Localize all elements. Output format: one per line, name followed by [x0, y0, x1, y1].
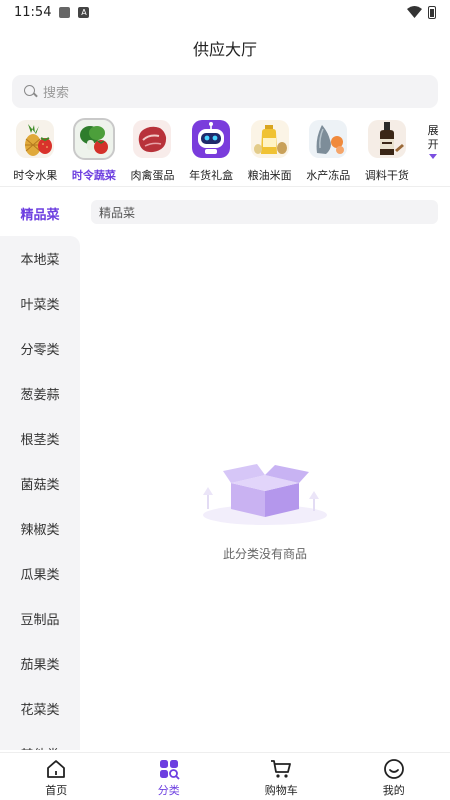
sidebar-item[interactable]: 辣椒类: [0, 506, 80, 551]
tab-label: 首页: [45, 784, 68, 797]
triangle-down-icon: [429, 154, 438, 159]
sidebar-item[interactable]: 葱姜蒜: [0, 371, 80, 416]
sidebar-item[interactable]: 叶菜类: [0, 281, 80, 326]
fish-icon: [309, 120, 348, 158]
sidebar-item[interactable]: 花菜类: [0, 686, 80, 731]
category-label: 时令水果: [13, 169, 58, 182]
profile-icon: [383, 758, 405, 780]
wifi-icon: [407, 6, 422, 18]
status-time: 11:54: [14, 4, 52, 20]
category-label: 肉禽蛋品: [130, 169, 175, 182]
status-bar: 11:54 A: [0, 0, 450, 24]
category-grain-oil[interactable]: 粮油米面: [240, 116, 299, 186]
vegetables-icon: [72, 118, 115, 160]
sidebar-item[interactable]: 菌菇类: [0, 461, 80, 506]
category-seafood[interactable]: 水产冻品: [299, 116, 358, 186]
tab-label: 购物车: [264, 784, 298, 797]
category-label: 年货礼盒: [189, 169, 234, 182]
empty-box-illustration: [195, 455, 335, 530]
sidebar-item[interactable]: 豆制品: [0, 596, 80, 641]
category-fruit[interactable]: 时令水果: [6, 116, 65, 186]
pineapple-strawberry-icon: [16, 120, 55, 158]
robot-gift-icon: [192, 120, 231, 158]
category-label: 调料干货: [364, 169, 409, 182]
sidebar-item[interactable]: 其他类: [0, 731, 80, 750]
category-label: 粮油米面: [247, 169, 292, 182]
tab-cart[interactable]: 购物车: [225, 753, 338, 800]
tab-profile[interactable]: 我的: [338, 753, 450, 800]
bottom-nav: 首页 分类 购物车 我的: [0, 752, 450, 800]
search-input[interactable]: 搜索: [12, 75, 438, 108]
sidebar-item-active[interactable]: 精品菜: [0, 190, 80, 236]
sidebar-item[interactable]: 分零类: [0, 326, 80, 371]
search-icon: [24, 85, 37, 98]
sidebar-list[interactable]: 本地菜 叶菜类 分零类 葱姜蒜 根茎类 菌菇类 辣椒类 瓜果类 豆制品 茄果类 …: [0, 236, 80, 750]
sidebar-item[interactable]: 瓜果类: [0, 551, 80, 596]
home-icon: [45, 758, 67, 780]
tab-category[interactable]: 分类: [113, 753, 226, 800]
page-title: 供应大厅: [192, 40, 257, 59]
subcategory-sidebar: 精品菜 本地菜 叶菜类 分零类 葱姜蒜 根茎类 菌菇类 辣椒类 瓜果类 豆制品 …: [0, 190, 80, 750]
cart-icon: [270, 758, 292, 780]
sidebar-item[interactable]: 本地菜: [0, 236, 80, 281]
tab-label: 我的: [382, 784, 405, 797]
section-header: 精品菜: [91, 200, 438, 224]
sidebar-item[interactable]: 根茎类: [0, 416, 80, 461]
divider: [0, 186, 450, 187]
category-seasoning[interactable]: 调料干货: [358, 116, 417, 186]
meat-icon: [133, 120, 172, 158]
battery-icon: [428, 5, 436, 19]
a-notification-icon: A: [78, 6, 90, 18]
expand-label-bottom: 开: [427, 138, 439, 151]
liquor-bottle-icon: [367, 120, 406, 158]
expand-label-top: 展: [427, 124, 439, 137]
tab-label: 分类: [157, 784, 180, 797]
tab-home[interactable]: 首页: [0, 753, 113, 800]
category-vegetables[interactable]: 时令蔬菜: [65, 116, 124, 186]
oil-bottle-icon: [250, 120, 289, 158]
expand-categories-button[interactable]: 展 开: [420, 116, 446, 176]
category-label: 水产冻品: [306, 169, 351, 182]
category-gift-box[interactable]: 年货礼盒: [182, 116, 241, 186]
image-notification-icon: [59, 6, 71, 18]
sidebar-item[interactable]: 茄果类: [0, 641, 80, 686]
category-meat[interactable]: 肉禽蛋品: [123, 116, 182, 186]
category-label: 时令蔬菜: [71, 169, 116, 182]
category-icon: [158, 758, 180, 780]
search-placeholder: 搜索: [43, 86, 70, 101]
category-strip: 时令水果 时令蔬菜 肉禽蛋品 年货礼盒 粮油米面 水产冻品 调料干货 展 开: [6, 116, 446, 186]
empty-state-message: 此分类没有商品: [222, 547, 307, 561]
